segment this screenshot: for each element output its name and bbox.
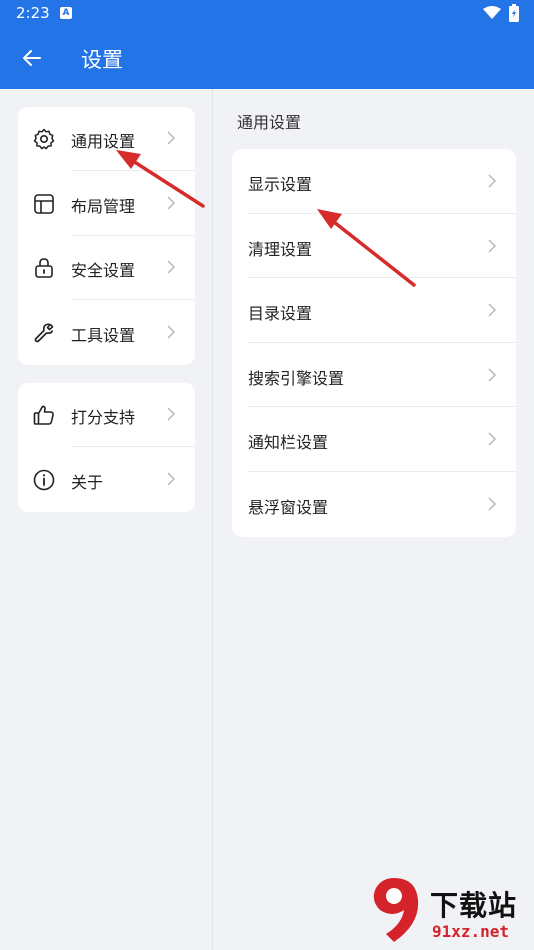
menu-item-label: 布局管理 — [71, 196, 136, 216]
info-icon — [33, 469, 55, 490]
setting-label: 悬浮窗设置 — [248, 498, 329, 517]
battery-icon — [509, 4, 519, 22]
setting-display[interactable]: 显示设置 — [232, 149, 516, 214]
menu-item-label: 关于 — [71, 472, 104, 492]
chevron-right-icon — [488, 174, 497, 188]
menu-item-label: 打分支持 — [71, 408, 136, 427]
misc-categories-card: 打分支持 关于 — [18, 383, 195, 512]
lock-icon — [35, 258, 53, 278]
chevron-right-icon — [167, 131, 176, 145]
main-categories-card: 通用设置 布局管理 安全设置 工具设置 — [18, 107, 195, 365]
gear-icon — [33, 128, 55, 150]
menu-item-rate[interactable]: 打分支持 — [18, 383, 195, 447]
chevron-right-icon — [488, 432, 497, 446]
general-settings-panel: 通用设置 显示设置 清理设置 目录设置 搜索引擎设置 通知栏设置 悬浮窗设置 — [214, 89, 534, 950]
chevron-right-icon — [488, 303, 497, 317]
chevron-right-icon — [167, 195, 176, 210]
section-title: 通用设置 — [237, 113, 302, 132]
wifi-icon — [483, 6, 501, 19]
status-time: 2:23 — [16, 4, 50, 22]
setting-search-engine[interactable]: 搜索引擎设置 — [232, 343, 516, 408]
menu-item-general[interactable]: 通用设置 — [18, 107, 195, 171]
chevron-right-icon — [167, 260, 176, 274]
setting-directory[interactable]: 目录设置 — [232, 278, 516, 343]
setting-label: 通知栏设置 — [248, 433, 329, 453]
menu-item-about[interactable]: 关于 — [18, 448, 195, 512]
setting-floating-window[interactable]: 悬浮窗设置 — [232, 472, 516, 537]
setting-notification-bar[interactable]: 通知栏设置 — [232, 407, 516, 472]
setting-label: 清理设置 — [248, 239, 313, 259]
chevron-right-icon — [488, 368, 497, 382]
watermark-url: 91xz.net — [432, 922, 510, 941]
chevron-right-icon — [488, 497, 497, 511]
layout-icon — [34, 193, 54, 214]
app-notification-icon: A — [60, 7, 72, 19]
chevron-right-icon — [167, 407, 176, 421]
settings-category-panel: 通用设置 布局管理 安全设置 工具设置 打分支持 关于 — [0, 89, 213, 950]
wrench-icon — [34, 322, 54, 342]
menu-item-label: 通用设置 — [71, 132, 136, 151]
menu-item-security[interactable]: 安全设置 — [18, 236, 195, 300]
setting-label: 目录设置 — [248, 304, 313, 324]
setting-label: 显示设置 — [248, 175, 313, 194]
page-title: 设置 — [81, 48, 123, 72]
menu-item-label: 工具设置 — [71, 325, 136, 345]
back-arrow-icon[interactable] — [20, 46, 44, 70]
watermark-logo-icon — [373, 878, 419, 942]
menu-item-tools[interactable]: 工具设置 — [18, 301, 195, 365]
thumbs-up-icon — [33, 405, 54, 425]
status-bar: 2:23 A — [0, 0, 534, 28]
chevron-right-icon — [167, 471, 176, 486]
app-header: 2:23 A 设置 — [0, 0, 534, 89]
chevron-right-icon — [488, 239, 497, 253]
watermark-brand: 下载站 — [430, 889, 518, 922]
general-settings-card: 显示设置 清理设置 目录设置 搜索引擎设置 通知栏设置 悬浮窗设置 — [232, 149, 516, 537]
setting-cleanup[interactable]: 清理设置 — [232, 214, 516, 279]
menu-item-layout[interactable]: 布局管理 — [18, 172, 195, 236]
menu-item-label: 安全设置 — [71, 261, 136, 280]
chevron-right-icon — [167, 324, 176, 339]
setting-label: 搜索引擎设置 — [248, 368, 345, 388]
